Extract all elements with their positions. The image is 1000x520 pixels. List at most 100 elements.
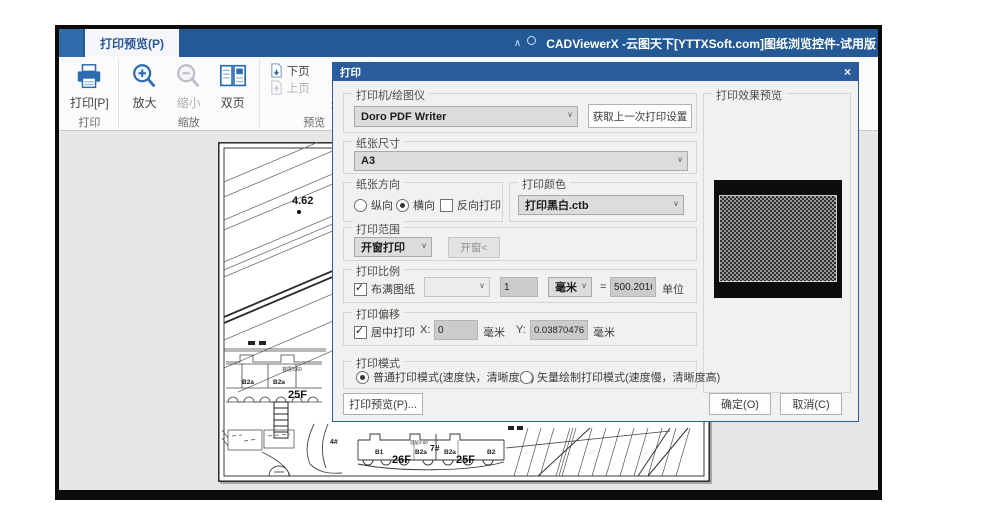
cancel-button[interactable]: 取消(C): [780, 393, 842, 415]
prev-page-button[interactable]: 上页: [266, 79, 313, 96]
scale-unit-value: 毫米: [555, 279, 577, 295]
dialog-close-icon[interactable]: ×: [844, 66, 851, 78]
page-nav-stack: 下页 上页: [264, 59, 315, 99]
print-effect-preview-image: [714, 180, 842, 298]
tab-print-preview[interactable]: 打印预览(P): [85, 29, 179, 57]
center-print-checkbox[interactable]: 居中打印: [354, 324, 415, 340]
paper-size-group: 纸张尺寸 A3: [343, 141, 697, 174]
print-mode-group: 打印模式 普通打印模式(速度快，清晰度差) 矢量绘制打印模式(速度慢，清晰度高): [343, 361, 697, 389]
checkbox-icon: [354, 283, 367, 296]
offset-y-unit: 毫米: [593, 324, 615, 340]
print-range-group-label: 打印范围: [352, 221, 404, 237]
two-page-icon: [218, 62, 248, 92]
chevron-up-icon[interactable]: [514, 38, 521, 49]
page-up-icon: [269, 80, 284, 95]
zoom-in-button[interactable]: 放大: [123, 59, 167, 114]
offset-x-input[interactable]: [434, 320, 478, 340]
vector-mode-label: 矢量绘制打印模式(速度慢，清晰度高): [537, 369, 720, 385]
f25-left: 25F: [288, 389, 307, 401]
print-range-group: 打印范围 开窗打印 开窗<: [343, 227, 697, 261]
scale-equals: =: [600, 281, 606, 293]
prev-page-label: 上页: [287, 80, 310, 96]
zoom-in-label: 放大: [133, 94, 157, 111]
print-effect-preview-label: 打印效果预览: [712, 87, 786, 103]
paper-size-group-label: 纸张尺寸: [352, 135, 404, 151]
next-page-button[interactable]: 下页: [266, 62, 313, 79]
print-dialog-title: 打印: [340, 65, 844, 80]
print-color-group: 打印颜色 打印黑白.ctb: [509, 182, 697, 222]
print-button[interactable]: 打印[P]: [65, 59, 114, 114]
offset-x-label: X:: [420, 324, 430, 336]
scale-result-input[interactable]: [610, 277, 656, 297]
page-down-icon: [269, 63, 284, 78]
two-page-label: 双页: [221, 94, 245, 111]
reverse-print-checkbox[interactable]: 反向打印: [440, 197, 501, 213]
print-offset-group-label: 打印偏移: [352, 306, 404, 322]
b2-label: B2: [487, 449, 496, 456]
printer-icon: [74, 62, 104, 92]
paper-size-value: A3: [361, 155, 375, 167]
printer-select[interactable]: Doro PDF Writer: [354, 106, 578, 127]
elevation-label: 4.62: [292, 195, 313, 207]
print-preview-button[interactable]: 打印预览(P)...: [343, 393, 423, 415]
radio-icon: [356, 371, 369, 384]
ribbon-group-print-label: 打印: [65, 114, 114, 132]
zoom-out-icon: [174, 62, 204, 92]
portrait-label: 纵向: [371, 197, 393, 213]
offset-y-input[interactable]: [530, 320, 588, 340]
two-page-button[interactable]: 双页: [211, 59, 255, 114]
fit-paper-checkbox[interactable]: 布满图纸: [354, 281, 415, 297]
ok-button[interactable]: 确定(O): [709, 393, 771, 415]
bldg4-label: 4#: [330, 439, 338, 446]
checkbox-icon: [440, 199, 453, 212]
print-effect-preview-group: 打印效果预览: [703, 93, 851, 393]
normal-mode-radio[interactable]: 普通打印模式(速度快，清晰度差): [356, 369, 534, 385]
screenshot-root: 打印预览(P) CADViewerX -云图天下[YTTXSoft.com]图纸…: [0, 0, 1000, 520]
b2a-mid-2: B2a: [444, 449, 456, 456]
ribbon-group-zoom: 放大 缩小: [119, 57, 259, 130]
ribbon-group-print: 打印[P] 打印: [61, 57, 118, 130]
left-floor-label: 首层3.60: [282, 366, 302, 373]
print-range-select[interactable]: 开窗打印: [354, 237, 432, 257]
reverse-print-label: 反向打印: [457, 197, 501, 213]
b2a-left-2: B2a: [273, 379, 285, 386]
mid-floor-label: 首层3.60: [410, 439, 428, 446]
b2a-left-1: B2a: [242, 379, 254, 386]
scale-value-input[interactable]: [500, 277, 538, 297]
radio-icon: [396, 199, 409, 212]
print-color-select[interactable]: 打印黑白.ctb: [518, 195, 684, 215]
checkbox-icon: [354, 326, 367, 339]
fit-paper-label: 布满图纸: [371, 281, 415, 297]
f25-label: 25F: [456, 454, 475, 466]
paper-size-select[interactable]: A3: [354, 151, 688, 171]
scale-preset-select[interactable]: [424, 277, 490, 297]
zoom-in-icon: [130, 62, 160, 92]
zoom-out-button[interactable]: 缩小: [167, 59, 211, 114]
print-color-group-label: 打印颜色: [518, 176, 570, 192]
normal-mode-label: 普通打印模式(速度快，清晰度差): [373, 369, 534, 385]
get-last-settings-button[interactable]: 获取上一次打印设置: [588, 104, 692, 128]
print-color-value: 打印黑白.ctb: [525, 197, 589, 213]
print-dialog: 打印 × 打印机/绘图仪 Doro PDF Writer 获取上一次打印设置 打…: [332, 62, 859, 422]
next-page-label: 下页: [287, 63, 310, 79]
landscape-radio[interactable]: 横向: [396, 197, 435, 213]
b2a-mid-1: B2a: [415, 449, 427, 456]
portrait-radio[interactable]: 纵向: [354, 197, 393, 213]
file-menu-button[interactable]: [59, 29, 83, 57]
preview-dither-pattern: [719, 195, 837, 282]
print-scale-group-label: 打印比例: [352, 263, 404, 279]
print-scale-group: 打印比例 布满图纸 毫米 = 单位: [343, 269, 697, 303]
tab-print-preview-label: 打印预览(P): [100, 35, 164, 52]
tab-bar: 打印预览(P) CADViewerX -云图天下[YTTXSoft.com]图纸…: [59, 29, 878, 57]
print-offset-group: 打印偏移 居中打印 X: 毫米 Y: 毫米: [343, 312, 697, 346]
printer-group-label: 打印机/绘图仪: [352, 87, 429, 103]
printer-group: 打印机/绘图仪 Doro PDF Writer 获取上一次打印设置: [343, 93, 697, 133]
ribbon-group-zoom-label: 缩放: [123, 114, 255, 132]
scale-unit-select[interactable]: 毫米: [548, 277, 592, 297]
bldg7-label: 7#: [430, 443, 440, 453]
app-title: CADViewerX -云图天下[YTTXSoft.com]图纸浏览控件-试用版: [546, 35, 876, 52]
vector-mode-radio[interactable]: 矢量绘制打印模式(速度慢，清晰度高): [520, 369, 720, 385]
print-dialog-titlebar[interactable]: 打印 ×: [333, 63, 858, 81]
offset-x-unit: 毫米: [483, 324, 505, 340]
window-select-button[interactable]: 开窗<: [448, 237, 500, 258]
